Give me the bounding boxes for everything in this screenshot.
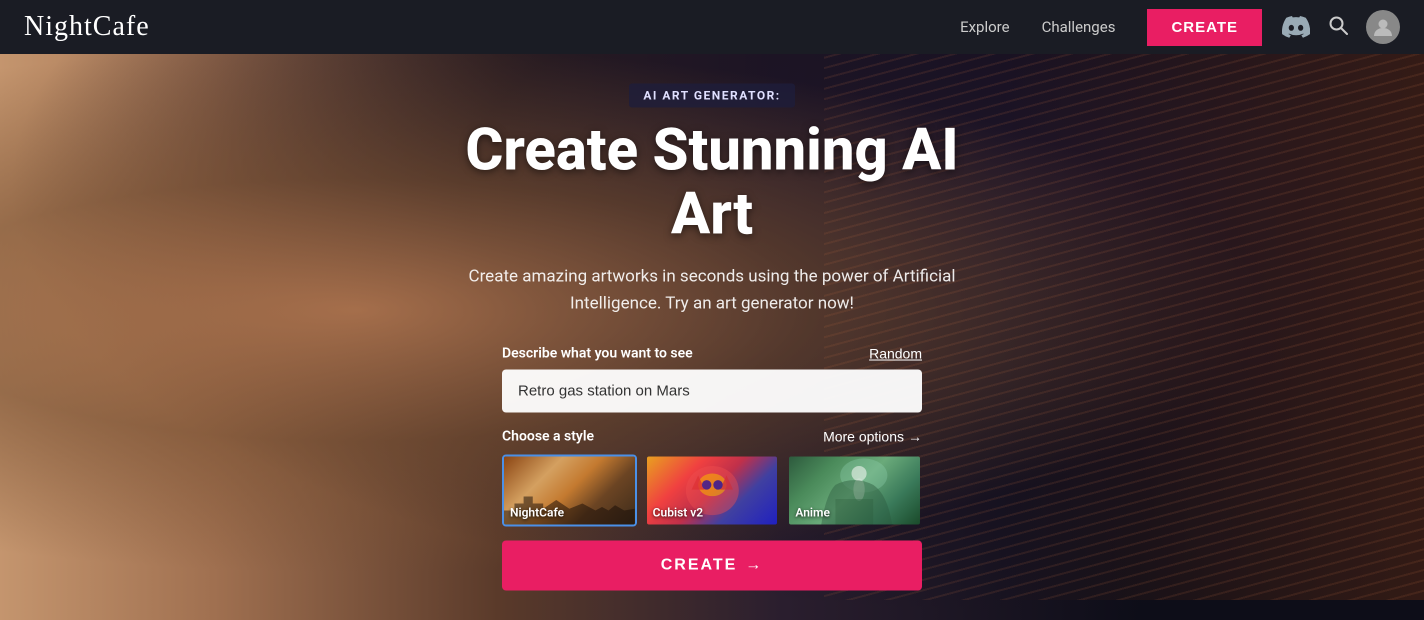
create-button-arrow: →	[745, 556, 763, 574]
search-icon[interactable]	[1328, 15, 1348, 40]
prompt-label: Describe what you want to see	[502, 345, 693, 361]
style-cubist-label: Cubist v2	[653, 505, 703, 519]
nav-links: Explore Challenges CREATE	[960, 9, 1262, 46]
challenges-link[interactable]: Challenges	[1042, 18, 1116, 36]
style-label: Choose a style	[502, 428, 594, 444]
random-button[interactable]: Random	[869, 345, 922, 361]
create-button-label: CREATE	[661, 556, 738, 574]
nav-create-button[interactable]: CREATE	[1147, 9, 1262, 46]
hero-badge: AI ART GENERATOR:	[629, 84, 794, 108]
style-nightcafe-label: NightCafe	[510, 505, 564, 519]
discord-icon[interactable]	[1282, 13, 1310, 41]
prompt-label-row: Describe what you want to see Random	[502, 345, 922, 361]
nav-icons	[1282, 10, 1400, 44]
style-card-anime[interactable]: Anime	[787, 454, 922, 526]
style-options: NightCafe Cubist v2	[502, 454, 922, 526]
prompt-input[interactable]	[502, 369, 922, 412]
more-options-button[interactable]: More options →	[823, 428, 922, 444]
style-card-cubist[interactable]: Cubist v2	[645, 454, 780, 526]
hero-subtitle: Create amazing artworks in seconds using…	[452, 263, 972, 317]
hero-content: AI ART GENERATOR: Create Stunning AI Art…	[452, 84, 972, 591]
navbar: NightCafe Explore Challenges CREATE	[0, 0, 1424, 54]
create-button[interactable]: CREATE →	[502, 540, 922, 590]
style-anime-label: Anime	[795, 505, 830, 519]
hero-title: Create Stunning AI Art	[452, 120, 972, 248]
hero-section: NightCafe Explore Challenges CREATE	[0, 0, 1424, 620]
style-card-nightcafe[interactable]: NightCafe	[502, 454, 637, 526]
user-avatar[interactable]	[1366, 10, 1400, 44]
explore-link[interactable]: Explore	[960, 18, 1010, 36]
creation-form: Describe what you want to see Random Cho…	[502, 345, 922, 590]
style-label-row: Choose a style More options →	[502, 428, 922, 444]
logo[interactable]: NightCafe	[24, 11, 150, 43]
